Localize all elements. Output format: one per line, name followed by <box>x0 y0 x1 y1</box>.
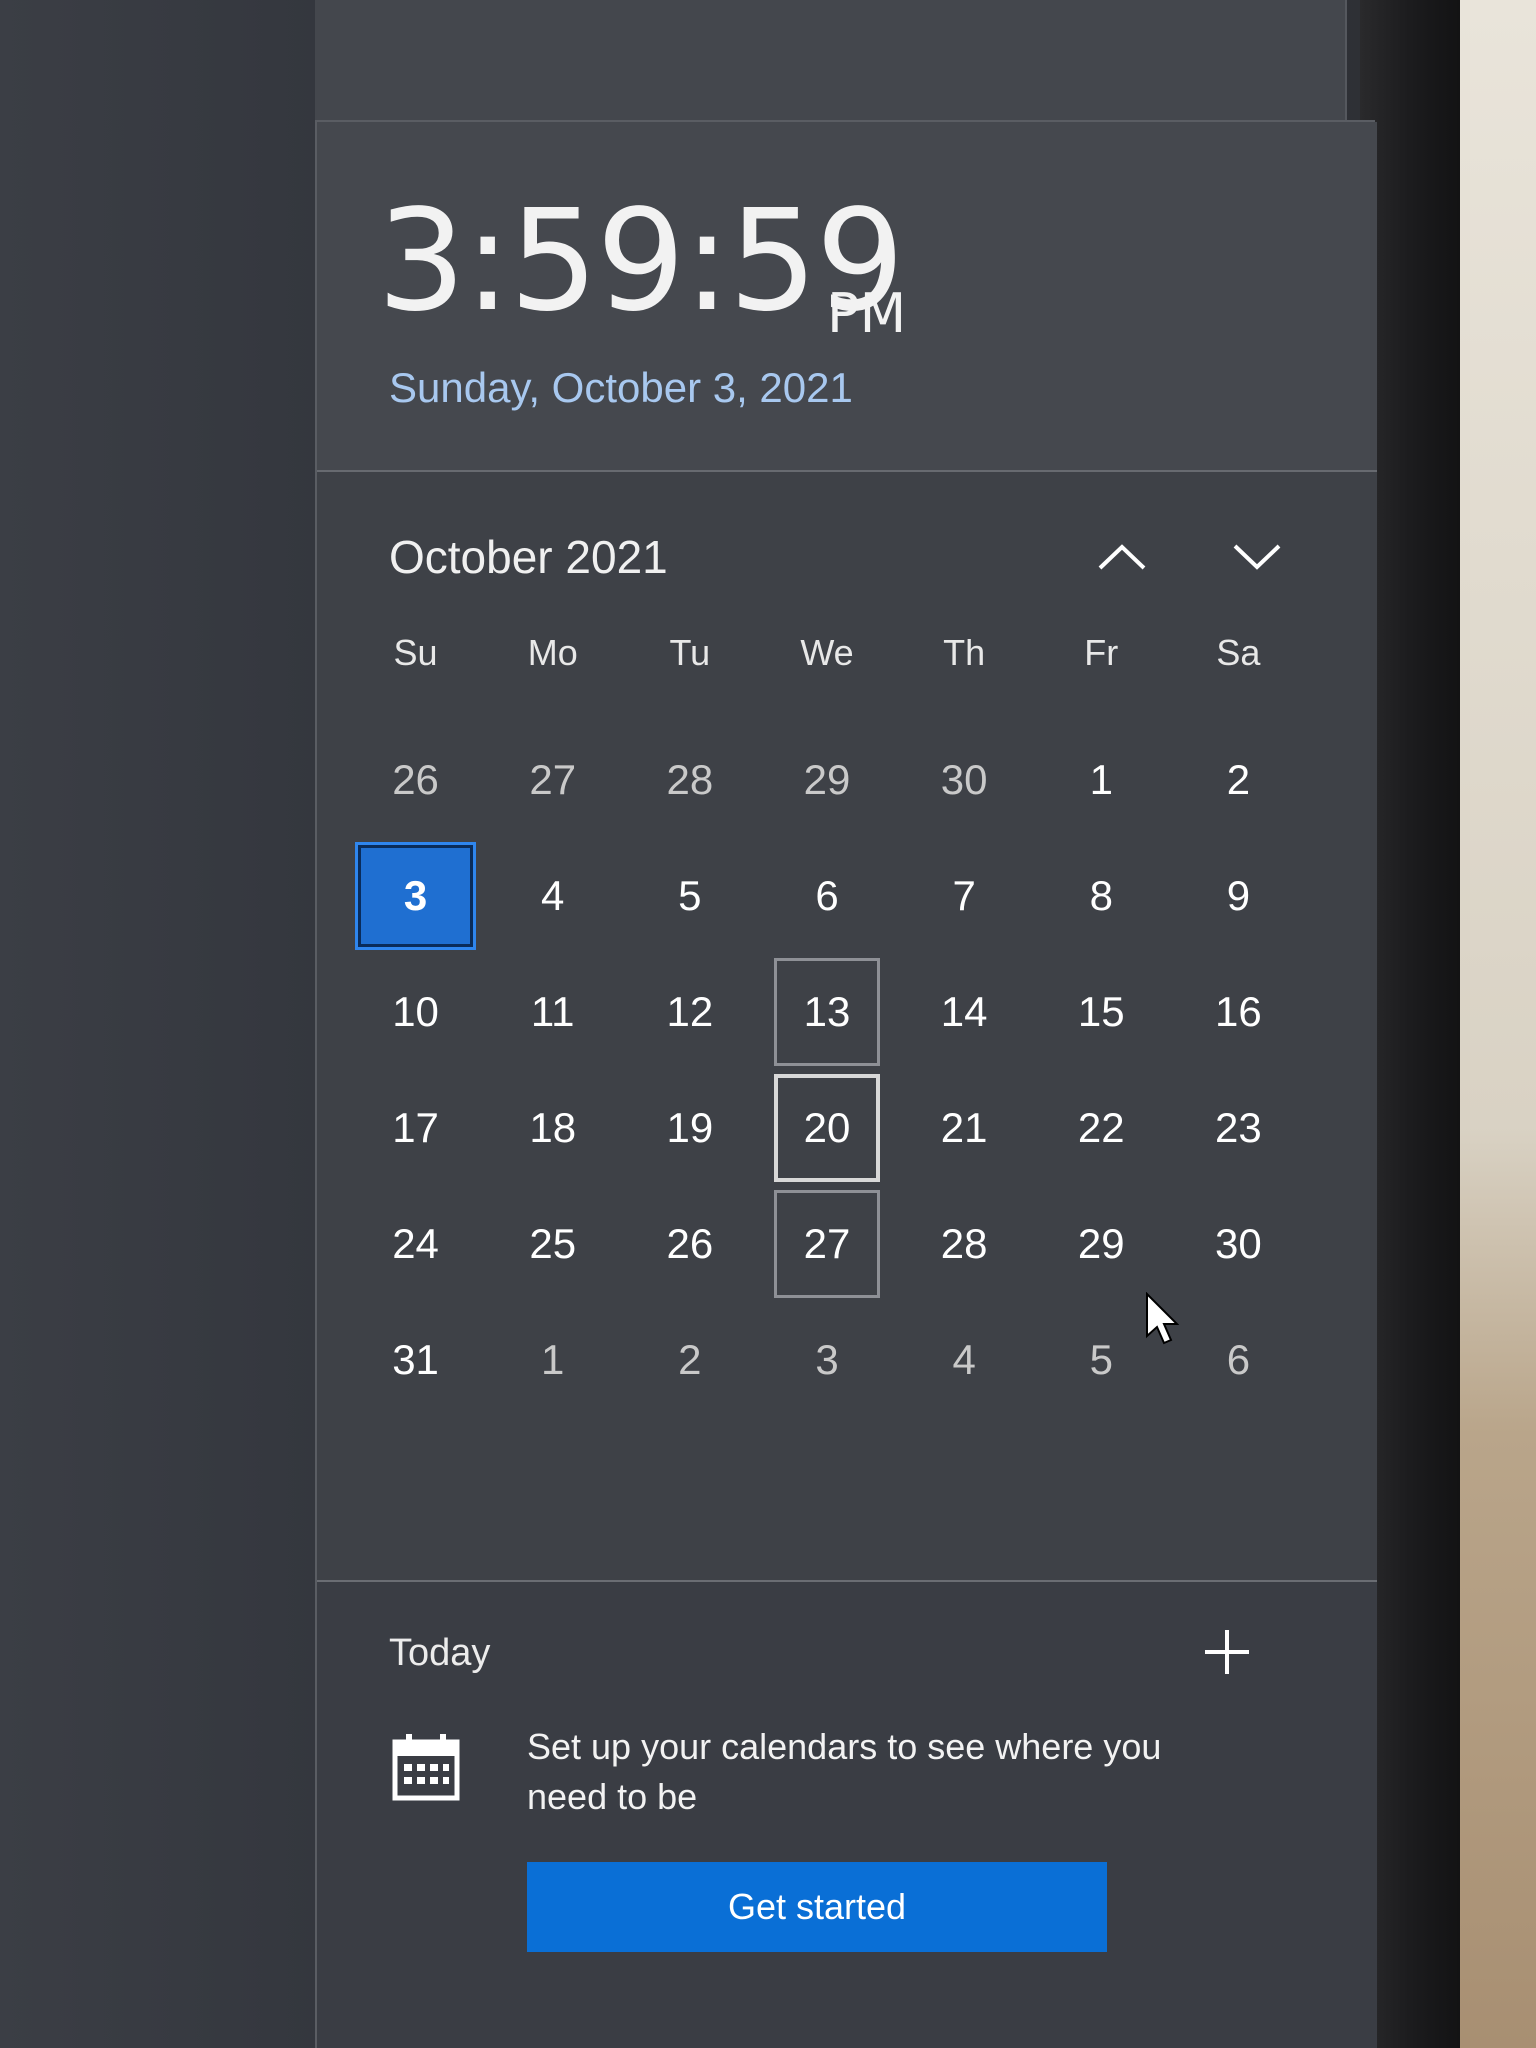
day-cell[interactable]: 6 <box>1170 1302 1307 1418</box>
chevron-down-icon <box>1233 544 1281 570</box>
clock-time: 3:59:59 <box>377 180 905 343</box>
day-cell[interactable]: 10 <box>347 954 484 1070</box>
day-cell[interactable]: 24 <box>347 1186 484 1302</box>
day-cell[interactable]: 31 <box>347 1302 484 1418</box>
today-label: Today <box>389 1632 491 1674</box>
day-cell[interactable]: 2 <box>1170 722 1307 838</box>
mouse-pointer-icon <box>1146 1292 1179 1345</box>
day-cell[interactable]: 2 <box>621 1302 758 1418</box>
day-cell[interactable]: 5 <box>621 838 758 954</box>
setup-calendars-message: Set up your calendars to see where you n… <box>527 1726 1162 1817</box>
day-cell[interactable]: 21 <box>896 1070 1033 1186</box>
clock-ampm: PM <box>827 282 907 345</box>
day-cell[interactable]: 25 <box>484 1186 621 1302</box>
weekday-label: Sa <box>1216 632 1261 673</box>
month-year-label[interactable]: October 2021 <box>389 530 668 584</box>
day-cell[interactable]: 14 <box>896 954 1033 1070</box>
chevron-up-icon <box>1098 544 1146 570</box>
day-cell[interactable]: 30 <box>896 722 1033 838</box>
day-cell[interactable]: 13 <box>774 958 880 1066</box>
day-cell[interactable]: 28 <box>621 722 758 838</box>
agenda-section: Today Set up your calendars to see where… <box>317 1582 1377 2048</box>
clock-section: 3:59:59 PM Sunday, October 3, 2021 <box>317 122 1377 472</box>
day-cell[interactable]: 17 <box>347 1070 484 1186</box>
day-cell[interactable]: 16 <box>1170 954 1307 1070</box>
day-cell[interactable]: 6 <box>758 838 895 954</box>
weekday-header: Su Mo Tu We Th Fr Sa <box>347 632 1307 674</box>
weekday-label: Fr <box>1084 632 1119 673</box>
day-cell[interactable]: 18 <box>484 1070 621 1186</box>
day-cell[interactable]: 29 <box>1033 1186 1170 1302</box>
day-cell[interactable]: 27 <box>484 722 621 838</box>
photo-scene: 3:59:59 PM Sunday, October 3, 2021 Octob… <box>0 0 1536 2048</box>
day-cell[interactable]: 4 <box>484 838 621 954</box>
day-cell[interactable]: 26 <box>621 1186 758 1302</box>
full-date-link[interactable]: Sunday, October 3, 2021 <box>389 364 853 412</box>
day-cell[interactable]: 12 <box>621 954 758 1070</box>
date-time-flyout: 3:59:59 PM Sunday, October 3, 2021 Octob… <box>315 120 1377 2048</box>
day-cell[interactable]: 15 <box>1033 954 1170 1070</box>
weekday-label: Th <box>943 632 986 673</box>
day-cell[interactable]: 8 <box>1033 838 1170 954</box>
wall-background <box>1460 0 1536 2048</box>
desktop-background <box>0 0 320 2048</box>
day-cell-today[interactable]: 3 <box>354 842 477 950</box>
weekday-label: We <box>800 632 854 673</box>
day-cell[interactable]: 28 <box>896 1186 1033 1302</box>
weekday-label: Tu <box>669 632 711 673</box>
day-cell[interactable]: 20 <box>774 1074 880 1182</box>
day-cell[interactable]: 1 <box>1033 722 1170 838</box>
day-cell[interactable]: 19 <box>621 1070 758 1186</box>
day-cell[interactable]: 4 <box>896 1302 1033 1418</box>
day-cell[interactable]: 23 <box>1170 1070 1307 1186</box>
day-cell[interactable]: 30 <box>1170 1186 1307 1302</box>
plus-icon[interactable] <box>1197 1622 1257 1682</box>
day-cell[interactable]: 7 <box>896 838 1033 954</box>
calendar-section: October 2021 Su Mo Tu We Th Fr Sa 26 27 28 29 30 1 2… <box>317 472 1377 1582</box>
next-month-button[interactable] <box>1222 522 1292 592</box>
weekday-label: Su <box>393 632 438 673</box>
day-cell[interactable]: 27 <box>774 1190 880 1298</box>
day-cell[interactable]: 3 <box>758 1302 895 1418</box>
day-cell[interactable]: 29 <box>758 722 895 838</box>
day-cell[interactable]: 26 <box>347 722 484 838</box>
day-cell[interactable]: 22 <box>1033 1070 1170 1186</box>
calendar-icon <box>392 1734 460 1801</box>
day-cell[interactable]: 9 <box>1170 838 1307 954</box>
weekday-label: Mo <box>527 632 578 673</box>
previous-month-button[interactable] <box>1087 522 1157 592</box>
day-cell[interactable]: 11 <box>484 954 621 1070</box>
get-started-button[interactable]: Get started <box>527 1862 1107 1952</box>
day-cell[interactable]: 1 <box>484 1302 621 1418</box>
